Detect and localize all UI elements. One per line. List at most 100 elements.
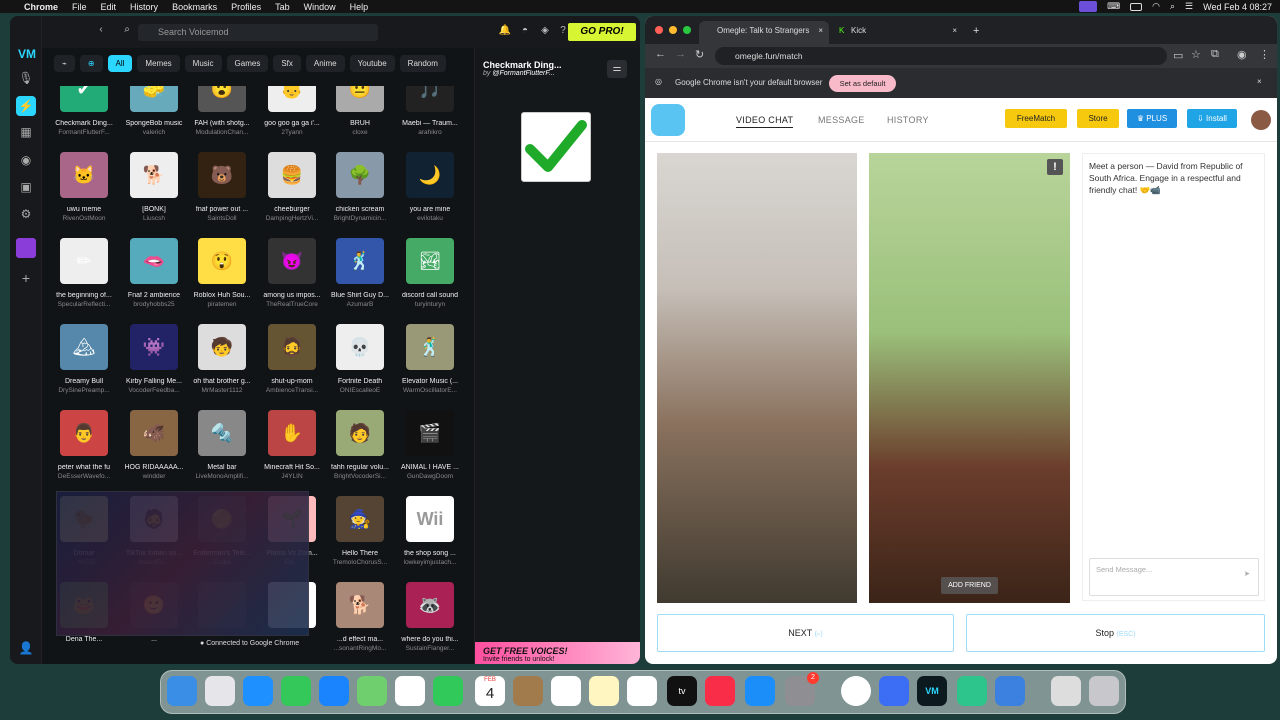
close-tab-icon[interactable]: × (952, 21, 957, 41)
promo-banner[interactable]: GET FREE VOICES! Invite friends to unloc… (475, 642, 640, 664)
more-menu-icon[interactable]: ⋮ (1259, 48, 1270, 61)
reload-icon[interactable]: ↻ (695, 48, 704, 61)
launchpad-icon[interactable] (205, 676, 235, 706)
sound-tile[interactable]: 💀 Fortnite Death ONIEscalleoE (330, 324, 390, 394)
voicelab-icon[interactable]: ▦ (18, 124, 34, 140)
shop-icon[interactable]: ▣ (18, 179, 34, 195)
set-default-button[interactable]: Set as default (829, 75, 896, 92)
avatar[interactable] (1251, 110, 1271, 130)
chrome-icon[interactable] (841, 676, 871, 706)
menu-history[interactable]: History (130, 2, 158, 12)
trash-icon[interactable] (1089, 676, 1119, 706)
sound-tile[interactable]: 🔩 Metal bar LiveMonoAmplifi... (192, 410, 252, 480)
sound-tile[interactable]: 🐱 uwu meme RivenOstMoon (54, 152, 114, 222)
category-anime[interactable]: Anime (305, 55, 345, 72)
document-icon[interactable] (1051, 676, 1081, 706)
nav-video-chat[interactable]: VIDEO CHAT (736, 115, 794, 128)
sound-tile[interactable]: 🧑 fahh regular volu... BrightVocoderSi... (330, 410, 390, 480)
sound-tile[interactable]: 🧙 Hello There TremoloChorusS... (330, 496, 390, 566)
new-tab-icon[interactable]: + (967, 21, 987, 44)
music-icon[interactable] (705, 676, 735, 706)
back-icon[interactable]: ‹ (94, 24, 108, 38)
sound-tile[interactable]: 🧽 SpongeBob music valerich (124, 86, 184, 136)
streamlabs-icon[interactable] (957, 676, 987, 706)
send-icon[interactable]: ➤ (1244, 569, 1250, 578)
notes-icon[interactable] (589, 676, 619, 706)
sound-tile[interactable]: 🐗 HOG RIDAAAAA... windder (124, 410, 184, 480)
avatar-app-icon[interactable] (16, 238, 36, 258)
menu-edit[interactable]: Edit (101, 2, 117, 12)
stop-button[interactable]: Stop (ESC) (966, 614, 1265, 652)
sound-tile[interactable]: 🎵 Maebi — Traum... arahikro (400, 86, 460, 136)
menu-file[interactable]: File (72, 2, 87, 12)
sound-tile[interactable]: 🌙 you are mine evilotaku (400, 152, 460, 222)
safari-icon[interactable] (243, 676, 273, 706)
discord-icon[interactable]: ◓ (518, 25, 532, 39)
app-store-icon[interactable] (745, 676, 775, 706)
add-friend-button[interactable]: ADD FRIEND (941, 577, 998, 594)
sound-tile[interactable]: 🦝 where do you thi... SustainFlanger... (400, 582, 460, 652)
sound-tile[interactable]: 🧔 shut-up-mom AmbienceTransi... (262, 324, 322, 394)
search-input[interactable]: Search Voicemod (138, 24, 378, 41)
favorites-filter[interactable]: ⌁ (54, 55, 75, 72)
menu-help[interactable]: Help (350, 2, 369, 12)
sound-tile[interactable]: 🍔 cheeburger DampingHertzVi... (262, 152, 322, 222)
keyboard-icon[interactable]: ⌨ (1107, 1, 1120, 12)
sound-tile[interactable]: ✋ Minecraft Hit So... J4YLIN (262, 410, 322, 480)
contacts-icon[interactable] (513, 676, 543, 706)
category-sfx[interactable]: Sfx (273, 55, 301, 72)
voicemod-status-icon[interactable] (1079, 1, 1098, 12)
category-music[interactable]: Music (184, 55, 222, 72)
category-memes[interactable]: Memes (137, 55, 180, 72)
minimize-window-icon[interactable] (669, 26, 677, 34)
account-icon[interactable]: 👤 (18, 640, 34, 656)
sound-tile[interactable]: 😮 FAH (with shotg... ModulationChan... (192, 86, 252, 136)
nav-message[interactable]: MESSAGE (818, 115, 865, 125)
next-button[interactable]: NEXT (▹) (657, 614, 954, 652)
omegle-logo[interactable] (651, 104, 685, 136)
search-icon[interactable]: ⌕ (1170, 1, 1175, 12)
sound-tile[interactable]: 👾 Kirby Falling Me... VocoderFeedba... (124, 324, 184, 394)
address-bar[interactable]: omegle.fun/match (715, 47, 1167, 65)
freematch-button[interactable]: FreeMatch (1005, 109, 1067, 128)
menu-profiles[interactable]: Profiles (231, 2, 261, 12)
bookmark-star-icon[interactable]: ☆ (1191, 48, 1201, 61)
messages-icon[interactable] (281, 676, 311, 706)
forward-icon[interactable]: → (675, 48, 686, 60)
install-button[interactable]: ⇩ Install (1187, 109, 1237, 128)
sliders-icon[interactable]: ⚌ (607, 60, 627, 78)
sound-tile[interactable]: 🕺 Elevator Music (... WarmOscillatorE... (400, 324, 460, 394)
maps-icon[interactable] (357, 676, 387, 706)
sound-tile[interactable]: 🕺 Blue Shirt Guy D... AzumarB (330, 238, 390, 308)
back-icon[interactable]: ← (655, 48, 666, 60)
sound-tile[interactable]: 🐕 ...d effect ma... ...sonantRingMo... (330, 582, 390, 652)
category-youtube[interactable]: Youtube (349, 55, 395, 72)
category-all[interactable]: All (107, 55, 133, 72)
mail-icon[interactable] (319, 676, 349, 706)
sound-tile[interactable]: 🧒 oh that brother g... MrMaster1112 (192, 324, 252, 394)
safari-beta-icon[interactable] (995, 676, 1025, 706)
menu-window[interactable]: Window (304, 2, 336, 12)
category-games[interactable]: Games (226, 55, 269, 72)
sound-tile[interactable]: 😐 BRUH cloxe (330, 86, 390, 136)
global-filter-icon[interactable]: ⊕ (79, 55, 103, 72)
bell-icon[interactable]: 🔔 (498, 25, 512, 39)
sound-tile[interactable]: 🏞 discord call sound turyinturyn (400, 238, 460, 308)
profile-icon[interactable]: ◉ (1237, 48, 1247, 61)
plus-button[interactable]: ♛ PLUS (1127, 109, 1177, 128)
reminders-icon[interactable] (551, 676, 581, 706)
settings-icon[interactable]: ⚙ (18, 206, 34, 222)
go-pro-button[interactable]: GO PRO! (568, 23, 636, 41)
zoom-window-icon[interactable] (683, 26, 691, 34)
app-menu[interactable]: Chrome (24, 2, 58, 12)
nav-history[interactable]: HISTORY (887, 115, 929, 125)
sound-tile[interactable]: ✔ Checkmark Ding... FormantFlutterF... (54, 86, 114, 136)
close-window-icon[interactable] (655, 26, 663, 34)
sound-tile[interactable]: 😈 among us impos... TheRealTrueCore (262, 238, 322, 308)
control-center-icon[interactable]: ☰ (1185, 1, 1193, 12)
store-button[interactable]: Store (1077, 109, 1119, 128)
sound-tile[interactable]: 🌳 chicken scream BrightDynamicin... (330, 152, 390, 222)
voice-changer-icon[interactable]: 🎙 (18, 70, 34, 86)
sound-tile[interactable]: 👶 goo goo ga ga i'... 2Tyann (262, 86, 322, 136)
sound-tile[interactable]: ✏ the beginning of... SpecularReflecti... (54, 238, 114, 308)
